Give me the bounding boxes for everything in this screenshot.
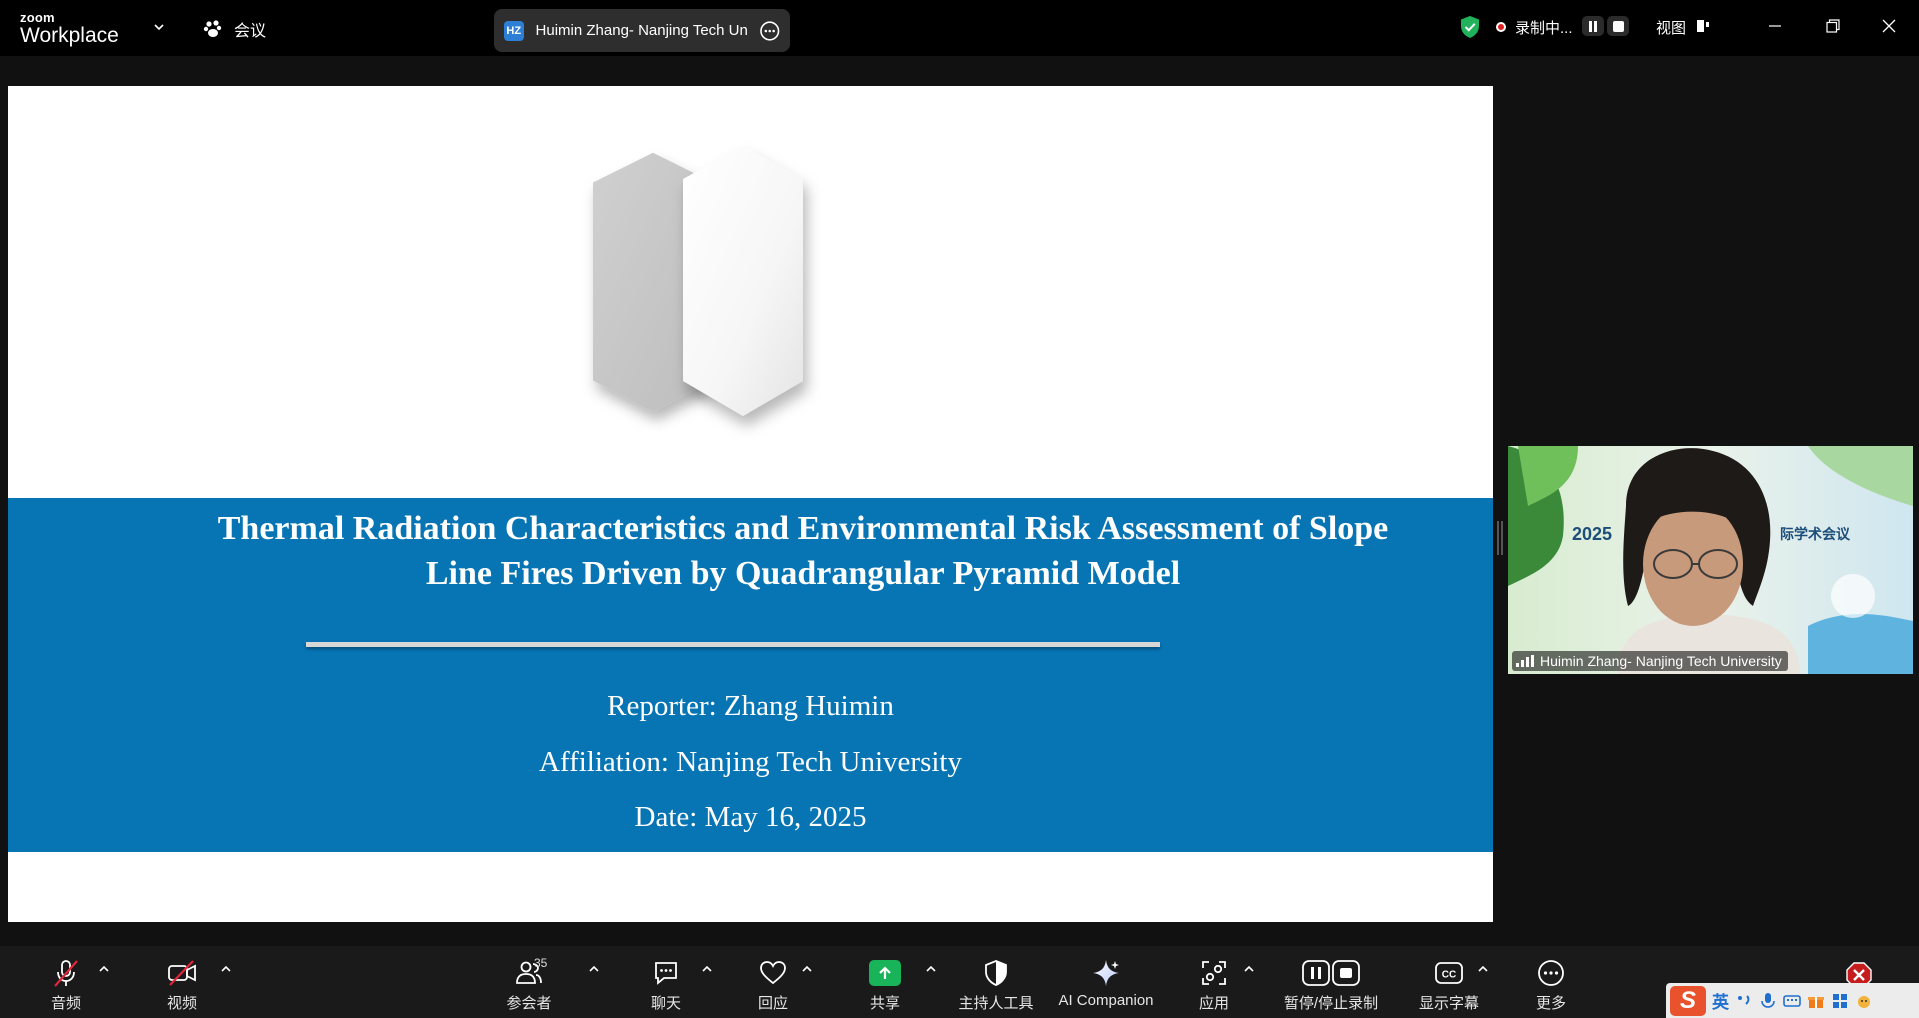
share-screen-icon <box>869 960 901 986</box>
host-tools-button[interactable]: 主持人工具 <box>951 958 1041 1013</box>
host-tools-shield-icon <box>985 960 1007 986</box>
skin-mascot-icon[interactable] <box>1855 992 1873 1010</box>
window-minimize-button[interactable] <box>1764 15 1786 37</box>
more-button[interactable]: 更多 <box>1506 958 1596 1013</box>
sogou-ime-logo-icon[interactable]: S <box>1670 985 1706 1016</box>
view-layout-icon[interactable] <box>1696 19 1710 33</box>
title-bar: zoom Workplace 会议 HZ Huimin Zhang- Nanji… <box>0 0 1919 56</box>
audio-options-chevron-icon[interactable] <box>98 964 110 974</box>
banner-year: 2025 <box>1572 524 1613 544</box>
microphone-muted-icon <box>54 960 78 987</box>
video-camera-off-icon <box>168 960 196 986</box>
more-label: 更多 <box>1535 995 1566 1012</box>
svg-text:CC: CC <box>1442 970 1456 981</box>
affiliation-text: Affiliation: Nanjing Tech University <box>539 746 962 778</box>
minimize-icon <box>1769 25 1781 27</box>
zoom-workplace-logo[interactable]: zoom Workplace <box>20 11 119 46</box>
close-icon <box>1882 19 1896 33</box>
reporter-text: Reporter: Zhang Huimin <box>607 690 894 722</box>
apps-options-chevron-icon[interactable] <box>1243 964 1255 974</box>
window-restore-button[interactable] <box>1822 15 1844 37</box>
captions-label: 显示字幕 <box>1418 995 1479 1012</box>
decorative-hexagons <box>593 146 803 416</box>
voice-input-icon[interactable] <box>1759 992 1777 1010</box>
chat-bubble-icon <box>655 962 677 985</box>
active-speaker-pill[interactable]: HZ Huimin Zhang- Nanjing Tech Uni <box>494 9 790 52</box>
toolbox-grid-icon[interactable] <box>1831 992 1849 1010</box>
ai-companion-label: AI Companion <box>1058 992 1154 1009</box>
video-label: 视频 <box>166 995 197 1012</box>
video-button[interactable]: 视频 <box>137 958 227 1013</box>
meeting-stage: Thermal Radiation Characteristics and En… <box>0 56 1919 946</box>
window-close-button[interactable] <box>1878 15 1900 37</box>
punctuation-icon[interactable] <box>1735 992 1753 1010</box>
ime-language-toggle[interactable]: 英 <box>1712 988 1729 1013</box>
more-options-icon[interactable] <box>759 20 780 42</box>
pause-stop-icon <box>1302 960 1360 986</box>
shared-slide[interactable]: Thermal Radiation Characteristics and En… <box>8 86 1493 922</box>
panel-resize-handle[interactable] <box>1497 521 1503 555</box>
restore-icon <box>1826 19 1840 33</box>
title-band: Thermal Radiation Characteristics and En… <box>8 498 1493 852</box>
react-label: 回应 <box>757 995 788 1012</box>
meeting-group-icon <box>203 20 222 37</box>
host-tools-label: 主持人工具 <box>958 995 1034 1012</box>
pause-stop-recording-button[interactable]: 暂停/停止录制 <box>1276 958 1386 1013</box>
audio-label: 音频 <box>50 995 81 1012</box>
meeting-menu-button[interactable]: 会议 <box>202 16 266 42</box>
apps-icon <box>1202 961 1226 985</box>
ai-sparkle-icon <box>1093 960 1119 986</box>
ime-toolbar[interactable]: S 英 <box>1666 983 1919 1018</box>
banner-cn: 际学术会议 <box>1780 526 1850 542</box>
brand-small: zoom <box>20 10 55 25</box>
closed-captions-icon: CC <box>1435 962 1463 984</box>
brand-large: Workplace <box>20 24 119 47</box>
stop-recording-button[interactable] <box>1607 16 1629 36</box>
view-menu-label[interactable]: 视图 <box>1656 17 1686 38</box>
participants-count: 35 <box>534 956 548 970</box>
gift-icon[interactable] <box>1807 992 1825 1010</box>
meeting-toolbar: 音频 视频 35 参会者 聊天 回应 共享 主持人工具 AI Companion… <box>0 946 1919 1018</box>
heart-icon <box>760 961 786 985</box>
chat-label: 聊天 <box>650 995 681 1012</box>
apps-label: 应用 <box>1198 995 1229 1012</box>
participants-label: 参会者 <box>506 995 552 1012</box>
pause-icon <box>1589 20 1597 32</box>
pause-recording-button[interactable] <box>1582 16 1604 36</box>
share-button[interactable]: 共享 <box>840 958 930 1013</box>
recording-label[interactable]: 录制中... <box>1515 17 1573 38</box>
react-options-chevron-icon[interactable] <box>801 964 813 974</box>
participant-video-tile[interactable]: 2025 际学术会议 Huimin Zhang- Nanjing Tech Un… <box>1508 446 1913 674</box>
pause-stop-recording-label: 暂停/停止录制 <box>1283 995 1379 1012</box>
meeting-label: 会议 <box>234 23 267 40</box>
keyboard-icon[interactable] <box>1783 992 1801 1010</box>
captions-options-chevron-icon[interactable] <box>1477 964 1489 974</box>
participants-button[interactable]: 35 参会者 <box>484 956 574 1013</box>
more-dots-icon <box>1538 960 1564 986</box>
chevron-down-icon[interactable] <box>152 20 166 34</box>
participant-name-tag: Huimin Zhang- Nanjing Tech University <box>1512 651 1788 671</box>
chat-options-chevron-icon[interactable] <box>701 964 713 974</box>
participants-options-chevron-icon[interactable] <box>588 964 600 974</box>
stop-icon <box>1612 20 1624 32</box>
share-options-chevron-icon[interactable] <box>925 964 937 974</box>
speaker-name: Huimin Zhang- Nanjing Tech Uni <box>535 22 747 39</box>
chat-button[interactable]: 聊天 <box>621 958 711 1013</box>
participant-video-frame <box>1508 446 1913 674</box>
encryption-shield-icon[interactable] <box>1459 15 1481 39</box>
video-options-chevron-icon[interactable] <box>220 964 232 974</box>
participant-name: Huimin Zhang- Nanjing Tech University <box>1540 653 1782 669</box>
slide-title: Thermal Radiation Characteristics and En… <box>217 510 1389 592</box>
share-label: 共享 <box>869 995 900 1012</box>
ai-companion-button[interactable]: AI Companion <box>1056 958 1156 1009</box>
recording-dot-icon <box>1496 22 1506 32</box>
signal-strength-icon <box>1516 655 1534 667</box>
date-text: Date: May 16, 2025 <box>634 801 867 833</box>
speaker-avatar: HZ <box>504 20 524 41</box>
title-divider <box>306 642 1160 647</box>
